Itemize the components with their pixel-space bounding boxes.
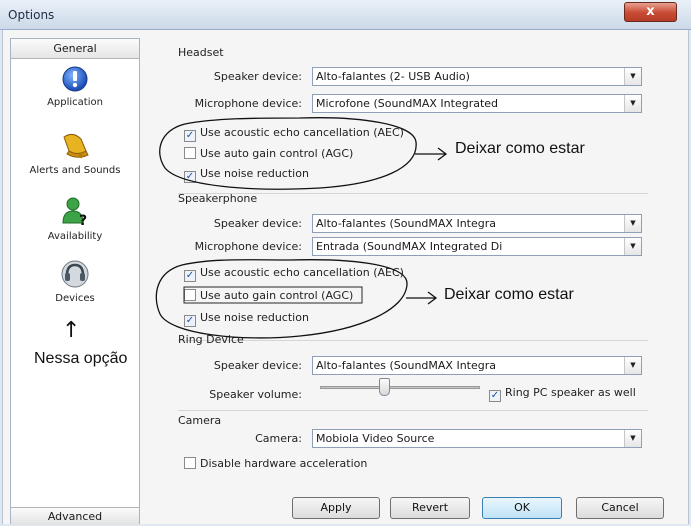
checkmark-icon: ✓	[184, 315, 196, 327]
speakerphone-speaker-select[interactable]: Alto-falantes (SoundMAX Integra ▼	[312, 214, 642, 233]
annotation-arrow: ↑	[62, 318, 81, 343]
disable-hw-accel-checkbox[interactable]: Disable hardware acceleration	[184, 457, 367, 470]
speakerphone-speaker-label: Speaker device:	[213, 217, 302, 230]
separator	[178, 410, 648, 411]
annotation-deixar-1: Deixar como estar	[455, 140, 585, 157]
sidebar-footer-advanced[interactable]: Advanced	[11, 507, 139, 525]
title-bar: Options x	[0, 0, 691, 30]
user-status-icon: ?	[62, 197, 87, 227]
ok-button[interactable]: OK	[482, 497, 562, 519]
checkmark-icon: ✓	[184, 171, 196, 183]
separator	[178, 340, 648, 341]
speakerphone-noise-checkbox[interactable]: ✓ Use noise reduction	[184, 311, 309, 327]
volume-slider-track[interactable]	[320, 386, 480, 389]
headset-icon	[61, 260, 89, 288]
group-ring-device: Ring Device	[178, 333, 244, 346]
checkbox-label: Use acoustic echo cancellation (AEC)	[200, 126, 404, 139]
chevron-down-icon: ▼	[624, 215, 641, 232]
speakerphone-mic-select[interactable]: Entrada (SoundMAX Integrated Di ▼	[312, 237, 642, 256]
volume-slider-thumb[interactable]	[379, 378, 390, 396]
group-speakerphone: Speakerphone	[178, 192, 258, 205]
sidebar-header-general[interactable]: General	[11, 39, 139, 59]
checkbox-label: Use noise reduction	[200, 311, 309, 324]
revert-button[interactable]: Revert	[390, 497, 470, 519]
sidebar-item-devices[interactable]: Devices	[11, 259, 139, 304]
svg-text:?: ?	[79, 213, 87, 227]
chevron-down-icon: ▼	[624, 430, 641, 447]
cancel-button[interactable]: Cancel	[576, 497, 664, 519]
group-headset: Headset	[178, 46, 224, 59]
camera-select[interactable]: Mobiola Video Source ▼	[312, 429, 642, 448]
window-title: Options	[8, 8, 55, 22]
apply-button[interactable]: Apply	[292, 497, 380, 519]
sidebar-item-label: Alerts and Sounds	[29, 165, 121, 176]
checkbox-box	[184, 147, 196, 159]
combo-value: Alto-falantes (SoundMAX Integra	[316, 217, 497, 230]
headset-aec-checkbox[interactable]: ✓ Use acoustic echo cancellation (AEC)	[184, 126, 404, 142]
combo-value: Entrada (SoundMAX Integrated Di	[316, 240, 503, 253]
combo-value: Alto-falantes (SoundMAX Integra	[316, 359, 497, 372]
ring-speaker-label: Speaker device:	[213, 359, 302, 372]
bell-icon	[63, 133, 89, 159]
headset-speaker-select[interactable]: Alto-falantes (2- USB Audio) ▼	[312, 67, 642, 86]
combo-value: Mobiola Video Source	[316, 432, 435, 445]
combo-value: Microfone (SoundMAX Integrated	[316, 97, 499, 110]
checkbox-label: Use auto gain control (AGC)	[200, 289, 354, 302]
checkmark-icon: ✓	[184, 130, 196, 142]
info-icon	[62, 66, 88, 92]
checkbox-box	[184, 289, 196, 301]
close-icon: x	[646, 4, 655, 19]
checkbox-label: Ring PC speaker as well	[505, 386, 636, 399]
checkbox-label: Use auto gain control (AGC)	[200, 147, 354, 160]
headset-mic-select[interactable]: Microfone (SoundMAX Integrated ▼	[312, 94, 642, 113]
headset-noise-checkbox[interactable]: ✓ Use noise reduction	[184, 167, 309, 183]
chevron-down-icon: ▼	[624, 357, 641, 374]
sidebar-item-label: Availability	[47, 231, 103, 242]
checkmark-icon: ✓	[489, 390, 501, 402]
speakerphone-aec-checkbox[interactable]: ✓ Use acoustic echo cancellation (AEC)	[184, 266, 404, 282]
ring-speaker-select[interactable]: Alto-falantes (SoundMAX Integra ▼	[312, 356, 642, 375]
sidebar-item-application[interactable]: Application	[11, 65, 139, 108]
group-camera: Camera	[178, 414, 222, 427]
sidebar-item-label: Application	[47, 97, 103, 108]
sidebar: General Application Alerts and Sounds ? …	[10, 38, 140, 525]
ring-volume-label: Speaker volume:	[209, 388, 302, 401]
checkbox-label: Use acoustic echo cancellation (AEC)	[200, 266, 404, 279]
speakerphone-agc-checkbox[interactable]: Use auto gain control (AGC)	[184, 289, 353, 302]
headset-mic-label: Microphone device:	[194, 97, 302, 110]
headset-speaker-label: Speaker device:	[213, 70, 302, 83]
speakerphone-mic-label: Microphone device:	[194, 240, 302, 253]
chevron-down-icon: ▼	[624, 68, 641, 85]
checkmark-icon: ✓	[184, 270, 196, 282]
annotation-nessa-opcao: Nessa opção	[34, 350, 128, 367]
sidebar-item-alerts-and-sounds[interactable]: Alerts and Sounds	[11, 129, 139, 176]
combo-value: Alto-falantes (2- USB Audio)	[316, 70, 470, 83]
camera-label: Camera:	[255, 432, 302, 445]
checkbox-label: Use noise reduction	[200, 167, 309, 180]
chevron-down-icon: ▼	[624, 95, 641, 112]
chevron-down-icon: ▼	[624, 238, 641, 255]
headset-agc-checkbox[interactable]: Use auto gain control (AGC)	[184, 147, 353, 160]
annotation-deixar-2: Deixar como estar	[444, 286, 574, 303]
sidebar-item-availability[interactable]: ? Availability	[11, 195, 139, 242]
checkbox-label: Disable hardware acceleration	[200, 457, 368, 470]
checkbox-box	[184, 457, 196, 469]
close-button[interactable]: x	[624, 2, 677, 22]
sidebar-item-label: Devices	[55, 293, 95, 304]
ring-pc-speaker-checkbox[interactable]: ✓ Ring PC speaker as well	[489, 386, 636, 402]
